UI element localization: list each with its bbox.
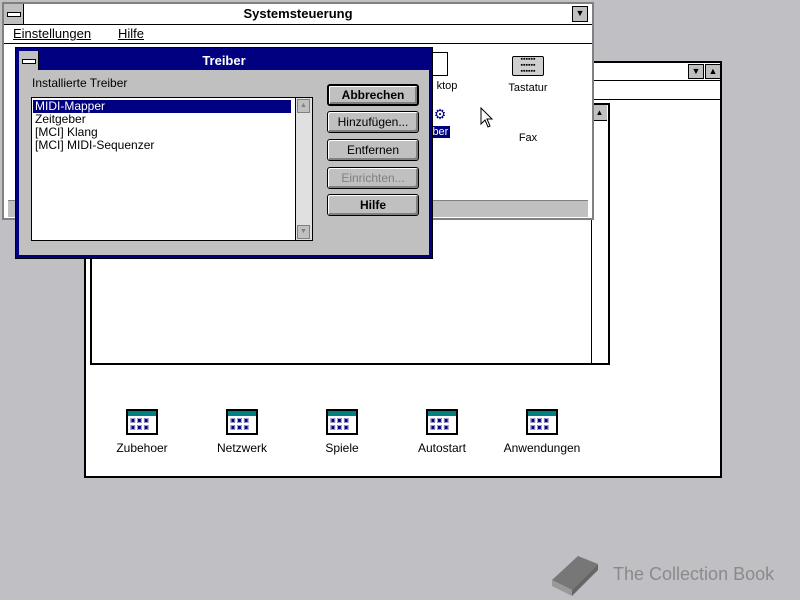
group-label: Netzwerk: [216, 441, 267, 455]
control-panel-icon-tastatur[interactable]: ▪▪▪▪▪▪ ▪▪▪▪▪▪ ▪▪▪▪▪▪ Tastatur: [493, 52, 563, 94]
desktop-icon: [432, 52, 448, 76]
drivers-listbox[interactable]: MIDI-Mapper Zeitgeber [MCI] Klang [MCI] …: [31, 97, 313, 241]
dialog-title: Treiber: [202, 53, 246, 68]
program-group-icon: ▣▣▣ ▣▣▣: [326, 409, 358, 435]
group-label: Anwendungen: [503, 441, 581, 455]
drivers-icon: ⚙: [433, 106, 447, 122]
remove-button[interactable]: Entfernen: [327, 139, 419, 161]
group-label: Autostart: [417, 441, 467, 455]
add-button[interactable]: Hinzufügen...: [327, 111, 419, 133]
control-panel-icon-fax[interactable]: Fax: [493, 132, 563, 144]
menu-hilfe[interactable]: Hilfe: [118, 26, 144, 41]
list-item[interactable]: [MCI] MIDI-Sequenzer: [33, 139, 156, 152]
icon-label: Tastatur: [508, 82, 548, 94]
installed-drivers-label: Installierte Treiber: [32, 76, 128, 90]
program-group-icon: ▣▣▣ ▣▣▣: [526, 409, 558, 435]
icon-label: Fax: [518, 132, 538, 144]
scroll-up-arrow-icon[interactable]: ▲: [592, 105, 607, 121]
menu-einstellungen[interactable]: Einstellungen: [13, 26, 91, 41]
group-icon-netzwerk[interactable]: ▣▣▣ ▣▣▣ Netzwerk: [192, 409, 292, 455]
scroll-up-arrow-icon[interactable]: ▲: [297, 99, 310, 113]
help-button[interactable]: Hilfe: [327, 194, 419, 216]
systemsteuerung-menubar: Einstellungen Hilfe: [4, 25, 592, 44]
group-label: Zubehoer: [116, 441, 168, 455]
watermark: The Collection Book: [548, 550, 774, 598]
minimize-button[interactable]: ▼: [572, 6, 588, 22]
listbox-scrollbar[interactable]: ▲ ▼: [295, 98, 312, 240]
mouse-cursor-icon: [480, 106, 496, 128]
systemsteuerung-titlebar[interactable]: Systemsteuerung ▼: [4, 4, 592, 25]
program-group-icon: ▣▣▣ ▣▣▣: [426, 409, 458, 435]
maximize-button[interactable]: ▲: [705, 64, 721, 79]
icon-label: iber: [430, 126, 450, 138]
minimize-button[interactable]: ▼: [688, 64, 704, 79]
cancel-button[interactable]: Abbrechen: [327, 84, 419, 106]
setup-button: Einrichten...: [327, 167, 419, 189]
group-icon-spiele[interactable]: ▣▣▣ ▣▣▣ Spiele: [292, 409, 392, 455]
group-label: Spiele: [325, 441, 359, 455]
program-group-icon: ▣▣▣ ▣▣▣: [126, 409, 158, 435]
watermark-text: The Collection Book: [613, 563, 775, 584]
scroll-down-arrow-icon[interactable]: ▼: [297, 225, 310, 239]
chevron-down-icon: ▼: [691, 66, 701, 76]
book-icon: [552, 556, 598, 596]
system-menu-button[interactable]: [19, 51, 39, 70]
treiber-dialog: Treiber Installierte Treiber MIDI-Mapper…: [15, 47, 433, 259]
group-icon-anwendungen[interactable]: ▣▣▣ ▣▣▣ Anwendungen: [492, 409, 592, 455]
dialog-titlebar[interactable]: Treiber: [19, 51, 429, 70]
window-title: Systemsteuerung: [243, 6, 353, 21]
chevron-up-icon: ▲: [708, 66, 718, 76]
keyboard-icon: ▪▪▪▪▪▪ ▪▪▪▪▪▪ ▪▪▪▪▪▪: [512, 56, 544, 76]
chevron-down-icon: ▼: [575, 8, 585, 18]
group-icon-autostart[interactable]: ▣▣▣ ▣▣▣ Autostart: [392, 409, 492, 455]
group-icon-zubehoer[interactable]: ▣▣▣ ▣▣▣ Zubehoer: [92, 409, 192, 455]
system-menu-button[interactable]: [4, 4, 24, 24]
program-group-icon: ▣▣▣ ▣▣▣: [226, 409, 258, 435]
